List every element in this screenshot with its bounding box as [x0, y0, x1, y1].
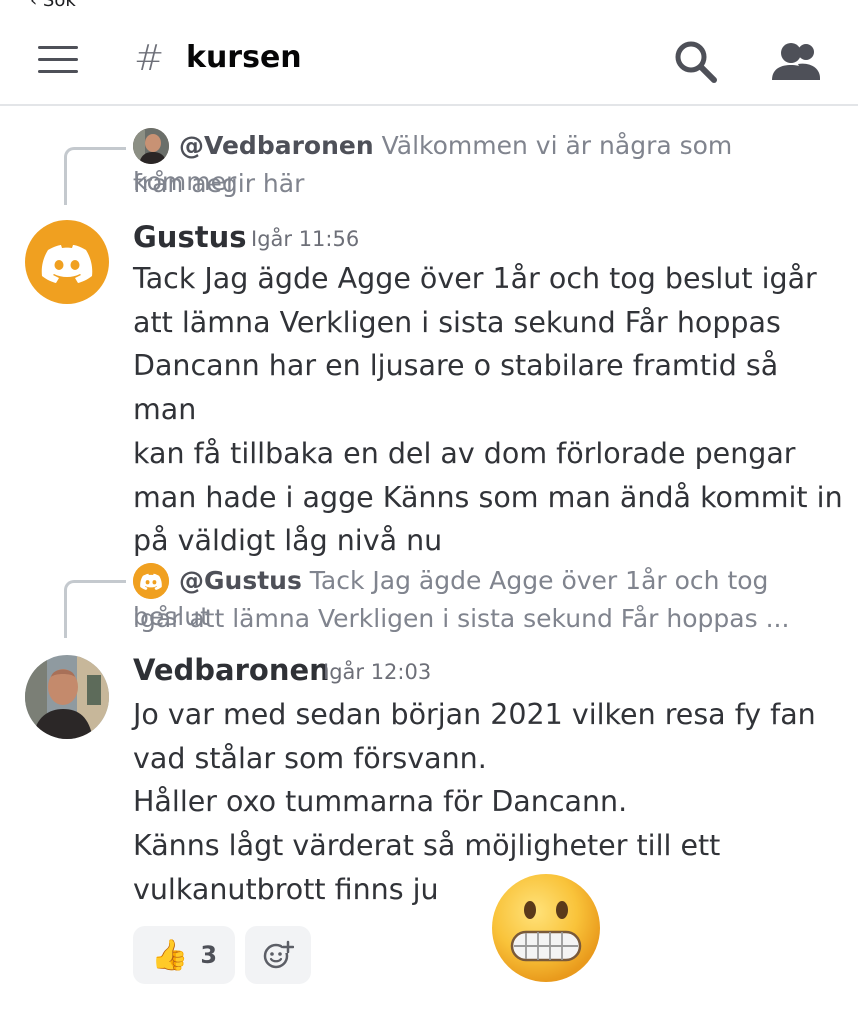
channel-header: # kursen [0, 0, 858, 106]
search-icon[interactable] [672, 38, 718, 84]
channel-hash-icon: # [134, 38, 165, 79]
user-photo [25, 655, 109, 739]
reply-author[interactable]: @Vedbaronen [179, 131, 374, 160]
grimacing-face-icon [492, 874, 600, 982]
add-reaction-icon [263, 940, 294, 969]
avatar[interactable] [25, 220, 109, 304]
message-author[interactable]: Vedbaronen [133, 653, 330, 687]
message-text: Tack Jag ägde Agge över 1år och tog besl… [133, 262, 843, 558]
thumbs-up-icon: 👍 [150, 937, 189, 973]
menu-icon[interactable] [38, 46, 78, 74]
reply-snippet-continued: igår att lämna Verkligen i sista sekund … [133, 604, 790, 633]
reply-author[interactable]: @Gustus [179, 566, 302, 595]
reaction-count: 3 [200, 941, 218, 969]
reply-connector [64, 147, 126, 205]
message-timestamp: Igår 11:56 [251, 227, 360, 251]
message-timestamp: Igår 12:03 [323, 660, 432, 684]
members-icon[interactable] [770, 38, 822, 84]
channel-name: kursen [186, 40, 302, 75]
reply-snippet-continued: från aegir här [133, 169, 305, 198]
discord-logo-icon [41, 245, 93, 283]
reply-connector [64, 580, 126, 638]
reaction-thumbs-up[interactable]: 👍 3 [133, 926, 235, 984]
avatar[interactable] [25, 655, 109, 739]
add-reaction-button[interactable] [245, 926, 311, 984]
message-author[interactable]: Gustus [133, 220, 246, 254]
